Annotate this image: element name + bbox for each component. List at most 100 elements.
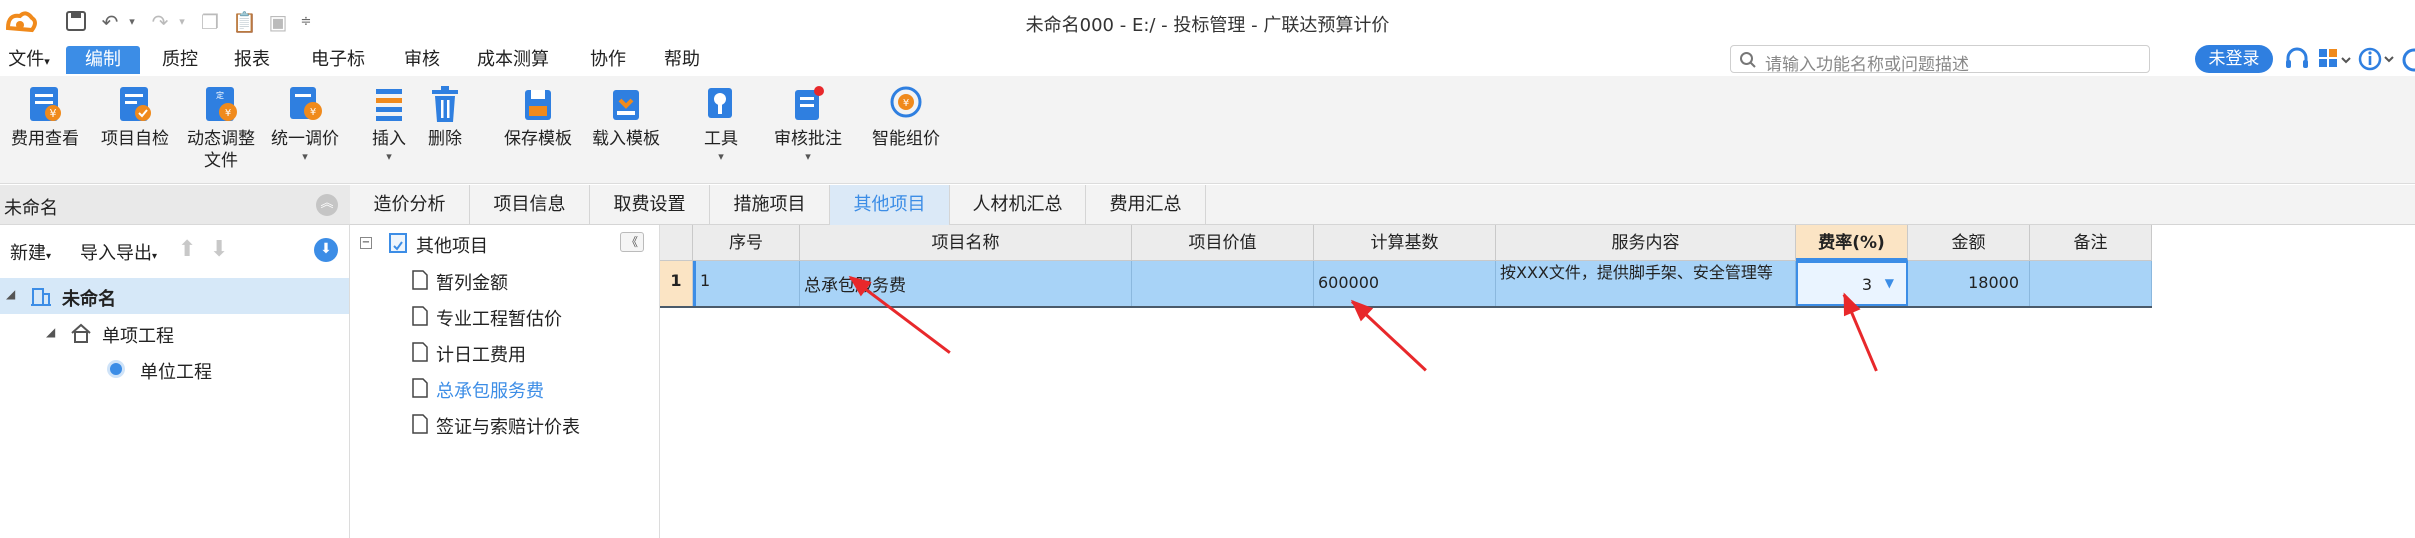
project-check-icon xyxy=(116,84,154,124)
settings-icon[interactable] xyxy=(2402,48,2415,72)
project-check-button[interactable]: 项目自检 xyxy=(96,84,174,150)
new-button[interactable]: 新建▾ xyxy=(10,239,51,265)
cell-value[interactable] xyxy=(1132,261,1314,306)
save-template-button[interactable]: 保存模板 xyxy=(498,84,578,150)
review-annotation-button[interactable]: 审核批注 ▾ xyxy=(768,84,848,164)
document-icon xyxy=(412,342,428,362)
apps-grid-icon[interactable] xyxy=(2318,48,2352,72)
rate-dropdown-icon[interactable]: ▼ xyxy=(1885,276,1894,290)
menu-collaborate[interactable]: 协作 xyxy=(580,46,636,74)
menu-report[interactable]: 报表 xyxy=(224,46,280,74)
document-icon xyxy=(412,378,428,398)
expand-arrow-icon[interactable]: ◢ xyxy=(6,287,15,301)
fee-view-button[interactable]: ¥ 费用查看 xyxy=(6,84,84,150)
tree-root-label[interactable]: 其他项目 xyxy=(416,232,488,258)
move-up-icon[interactable]: ⬆ xyxy=(178,237,196,262)
tools-icon xyxy=(702,84,740,124)
tab-cost-analysis[interactable]: 造价分析 xyxy=(350,185,470,225)
project-panel-title: 未命名 xyxy=(4,198,58,219)
load-template-button[interactable]: 载入模板 xyxy=(586,84,666,150)
tab-other-items[interactable]: 其他项目 xyxy=(830,185,950,225)
tree-item-unit-project[interactable]: 单位工程 xyxy=(0,351,349,387)
save-template-icon xyxy=(519,84,557,124)
insert-button[interactable]: 插入 ▾ xyxy=(364,84,414,164)
tree-item-single-project[interactable]: ◢ 单项工程 xyxy=(0,315,349,351)
tab-labor-material[interactable]: 人材机汇总 xyxy=(950,185,1086,225)
move-down-icon[interactable]: ⬇ xyxy=(210,237,228,262)
cell-rate-value: 3 xyxy=(1861,275,1872,294)
col-header-amount[interactable]: 金额 xyxy=(1908,225,2030,261)
tab-project-info[interactable]: 项目信息 xyxy=(470,185,590,225)
review-annotation-label: 审核批注 xyxy=(774,129,842,149)
import-export-button[interactable]: 导入导出▾ xyxy=(80,239,157,265)
cell-seq[interactable]: 1 xyxy=(693,261,800,306)
delete-button[interactable]: 删除 xyxy=(420,84,470,150)
col-header-value[interactable]: 项目价值 xyxy=(1132,225,1314,261)
download-icon[interactable]: ⬇ xyxy=(314,238,338,262)
cell-content[interactable]: 按XXX文件，提供脚手架、安全管理等 xyxy=(1496,261,1796,306)
unified-price-icon: ¥ xyxy=(286,84,324,124)
insert-label: 插入 xyxy=(372,129,406,149)
support-headset-icon[interactable] xyxy=(2283,45,2311,73)
collapse-sidebar-icon[interactable]: 《 xyxy=(620,232,644,252)
col-header-note[interactable]: 备注 xyxy=(2030,225,2152,261)
tab-measures[interactable]: 措施项目 xyxy=(710,185,830,225)
svg-text:定: 定 xyxy=(216,90,224,100)
tree-item-label: 单项工程 xyxy=(102,326,174,347)
menu-audit[interactable]: 审核 xyxy=(394,46,450,74)
svg-text:¥: ¥ xyxy=(225,108,231,119)
other-items-tree: − 其他项目 《 暂列金额 专业工程暂估价 计日工费用 总承包服务费 签证与索赔… xyxy=(350,225,660,538)
info-icon[interactable] xyxy=(2358,46,2398,72)
dynamic-adjust-icon: 定 ¥ xyxy=(202,84,240,124)
project-check-label: 项目自检 xyxy=(101,129,169,149)
menu-edit[interactable]: 编制 xyxy=(66,46,140,74)
col-header-content[interactable]: 服务内容 xyxy=(1496,225,1796,261)
dynamic-adjust-button[interactable]: 定 ¥ 动态调整 文件 xyxy=(180,84,262,172)
dynamic-adjust-label: 动态调整 xyxy=(187,129,255,149)
insert-icon xyxy=(370,84,408,124)
unified-price-button[interactable]: ¥ 统一调价 ▾ xyxy=(264,84,346,164)
collapse-tree-icon[interactable]: − xyxy=(360,237,372,249)
menu-cost-estimate[interactable]: 成本测算 xyxy=(468,46,558,74)
import-export-label: 导入导出 xyxy=(80,243,152,264)
menu-quality[interactable]: 质控 xyxy=(152,46,208,74)
delete-icon xyxy=(426,84,464,124)
smart-pricing-button[interactable]: ¥ 智能组价 xyxy=(866,84,946,150)
row-number-header xyxy=(660,225,693,261)
title-bar: ↶ ▾ ↷ ▾ ❐ 📋 ▣ ≑ 未命名000 - E:/ - 投标管理 - 广联… xyxy=(0,0,2415,46)
tools-dropdown-icon: ▾ xyxy=(718,150,724,163)
col-header-base[interactable]: 计算基数 xyxy=(1314,225,1496,261)
cell-base[interactable]: 600000 xyxy=(1314,261,1496,306)
smart-pricing-label: 智能组价 xyxy=(872,129,940,149)
login-button[interactable]: 未登录 xyxy=(2195,45,2273,73)
tab-fee-settings[interactable]: 取费设置 xyxy=(590,185,710,225)
svg-text:¥: ¥ xyxy=(50,107,57,120)
search-placeholder: 请输入功能名称或问题描述 xyxy=(1765,55,1969,75)
building-icon xyxy=(30,285,52,312)
tree-item-project-root[interactable]: ◢ 未命名 xyxy=(0,278,349,314)
tools-button[interactable]: 工具 ▾ xyxy=(696,84,746,164)
collapse-panel-icon[interactable]: ︽ xyxy=(316,194,338,216)
tree-item-label: 专业工程暂估价 xyxy=(436,309,562,330)
expand-arrow-icon[interactable]: ◢ xyxy=(46,325,55,339)
cell-amount[interactable]: 18000 xyxy=(1908,261,2030,306)
unified-price-dropdown-icon: ▾ xyxy=(302,150,308,163)
svg-text:¥: ¥ xyxy=(903,98,909,109)
dynamic-adjust-label-line2: 文件 xyxy=(204,151,238,171)
document-icon xyxy=(412,306,428,326)
project-panel: 未命名 ︽ 新建▾ 导入导出▾ ⬆ ⬇ ⬇ ◢ 未命名 ◢ 单项工程 单位工程 xyxy=(0,185,350,538)
menu-file[interactable]: 文件▾ xyxy=(4,46,54,74)
col-header-seq[interactable]: 序号 xyxy=(693,225,800,261)
smart-pricing-icon: ¥ xyxy=(887,84,925,124)
row-number-cell[interactable]: 1 xyxy=(660,261,693,306)
row-bottom-border xyxy=(660,306,2152,308)
col-header-rate[interactable]: 费率(%) xyxy=(1796,225,1908,261)
search-box[interactable]: 请输入功能名称或问题描述 xyxy=(1730,45,2150,75)
menu-e-bid[interactable]: 电子标 xyxy=(302,46,374,74)
menu-help[interactable]: 帮助 xyxy=(654,46,710,74)
document-icon xyxy=(412,270,428,290)
tab-fee-summary[interactable]: 费用汇总 xyxy=(1086,185,1206,225)
col-header-name[interactable]: 项目名称 xyxy=(800,225,1132,261)
cell-note[interactable] xyxy=(2030,261,2152,306)
review-annotation-dropdown-icon: ▾ xyxy=(805,150,811,163)
